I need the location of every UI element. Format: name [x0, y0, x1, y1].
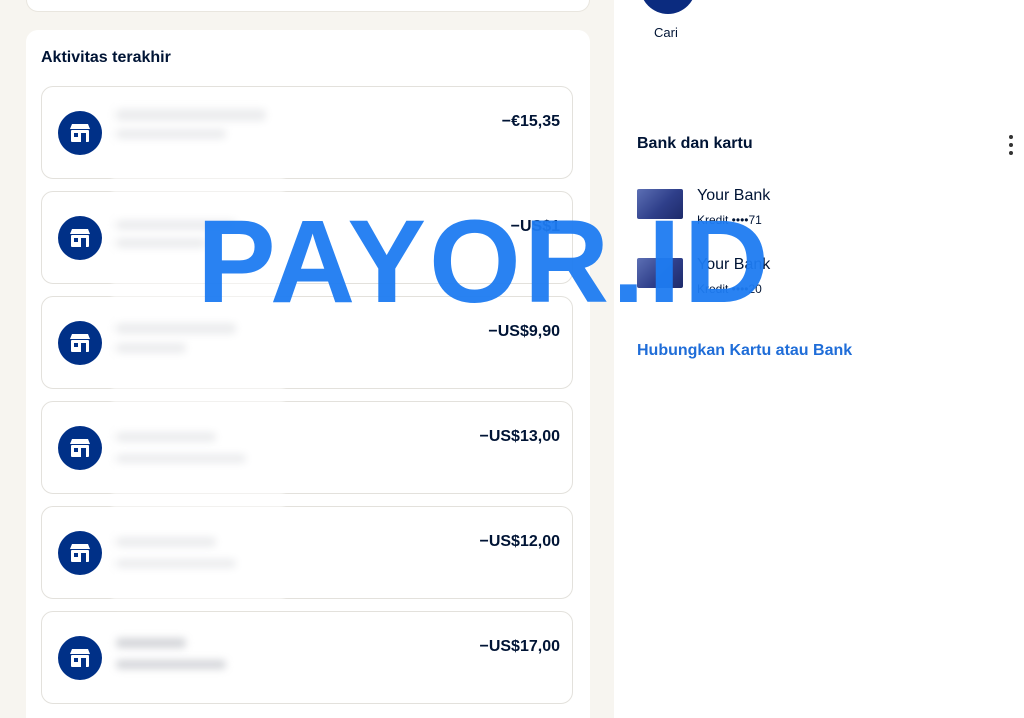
- more-options-icon[interactable]: [1006, 135, 1016, 155]
- activity-panel: Aktivitas terakhir −€15,35 −US$1 −US$9,9…: [26, 30, 590, 718]
- merchant-date-blurred: [116, 660, 226, 669]
- store-icon: [58, 321, 102, 365]
- transaction-amount: −€15,35: [501, 113, 560, 130]
- previous-card: [26, 0, 590, 12]
- transaction-amount: −US$17,00: [479, 638, 560, 655]
- search-button[interactable]: [640, 0, 696, 14]
- store-icon: [58, 111, 102, 155]
- transaction-amount: −US$13,00: [479, 428, 560, 445]
- store-icon: [58, 426, 102, 470]
- transaction-amount: −US$12,00: [479, 533, 560, 550]
- search-label: Cari: [654, 25, 678, 40]
- activity-title: Aktivitas terakhir: [41, 49, 171, 66]
- store-icon: [58, 531, 102, 575]
- transaction-row[interactable]: −US$17,00: [41, 611, 573, 704]
- banks-title: Bank dan kartu: [637, 135, 753, 152]
- store-icon: [58, 636, 102, 680]
- watermark: PAYOR.ID: [197, 196, 772, 328]
- link-card-or-bank-link[interactable]: Hubungkan Kartu atau Bank: [637, 342, 852, 360]
- privacy-blur-overlay: [112, 98, 284, 608]
- store-icon: [58, 216, 102, 260]
- merchant-name-blurred: [116, 638, 186, 648]
